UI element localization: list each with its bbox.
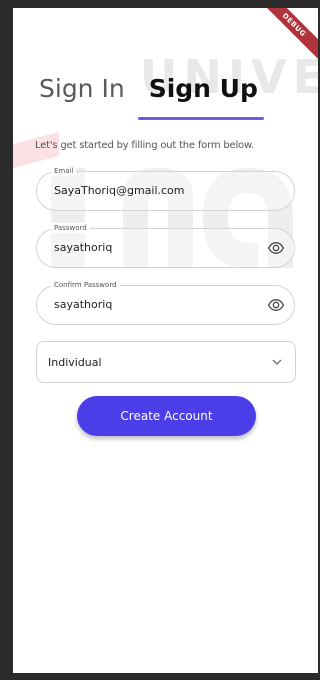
app-screen: UNIVER DEBUG Sign In Sign Up Let's get s… [13, 8, 318, 673]
eye-icon[interactable] [267, 297, 285, 313]
form-subtitle: Let's get started by filling out the for… [35, 140, 254, 151]
confirm-password-field[interactable]: Confirm Password [36, 280, 295, 325]
device-frame: UNIVER DEBUG Sign In Sign Up Let's get s… [0, 0, 320, 680]
account-type-dropdown[interactable]: Individual [36, 341, 296, 383]
confirm-password-label: Confirm Password [51, 280, 120, 290]
email-field[interactable]: Email [36, 166, 295, 211]
confirm-password-input[interactable] [54, 298, 254, 311]
password-label: Password [51, 223, 90, 233]
eye-icon[interactable] [267, 240, 285, 256]
create-account-button[interactable]: Create Account [77, 396, 256, 436]
email-label: Email [51, 166, 77, 176]
password-input[interactable] [54, 241, 254, 254]
chevron-down-icon [272, 359, 282, 365]
password-field[interactable]: Password [36, 223, 295, 268]
tab-sign-up[interactable]: Sign Up [149, 74, 258, 103]
email-input[interactable] [54, 184, 254, 197]
tab-sign-in[interactable]: Sign In [39, 74, 125, 103]
account-type-value: Individual [48, 356, 102, 369]
active-tab-indicator [138, 117, 264, 120]
auth-tabs: Sign In Sign Up [39, 74, 258, 103]
